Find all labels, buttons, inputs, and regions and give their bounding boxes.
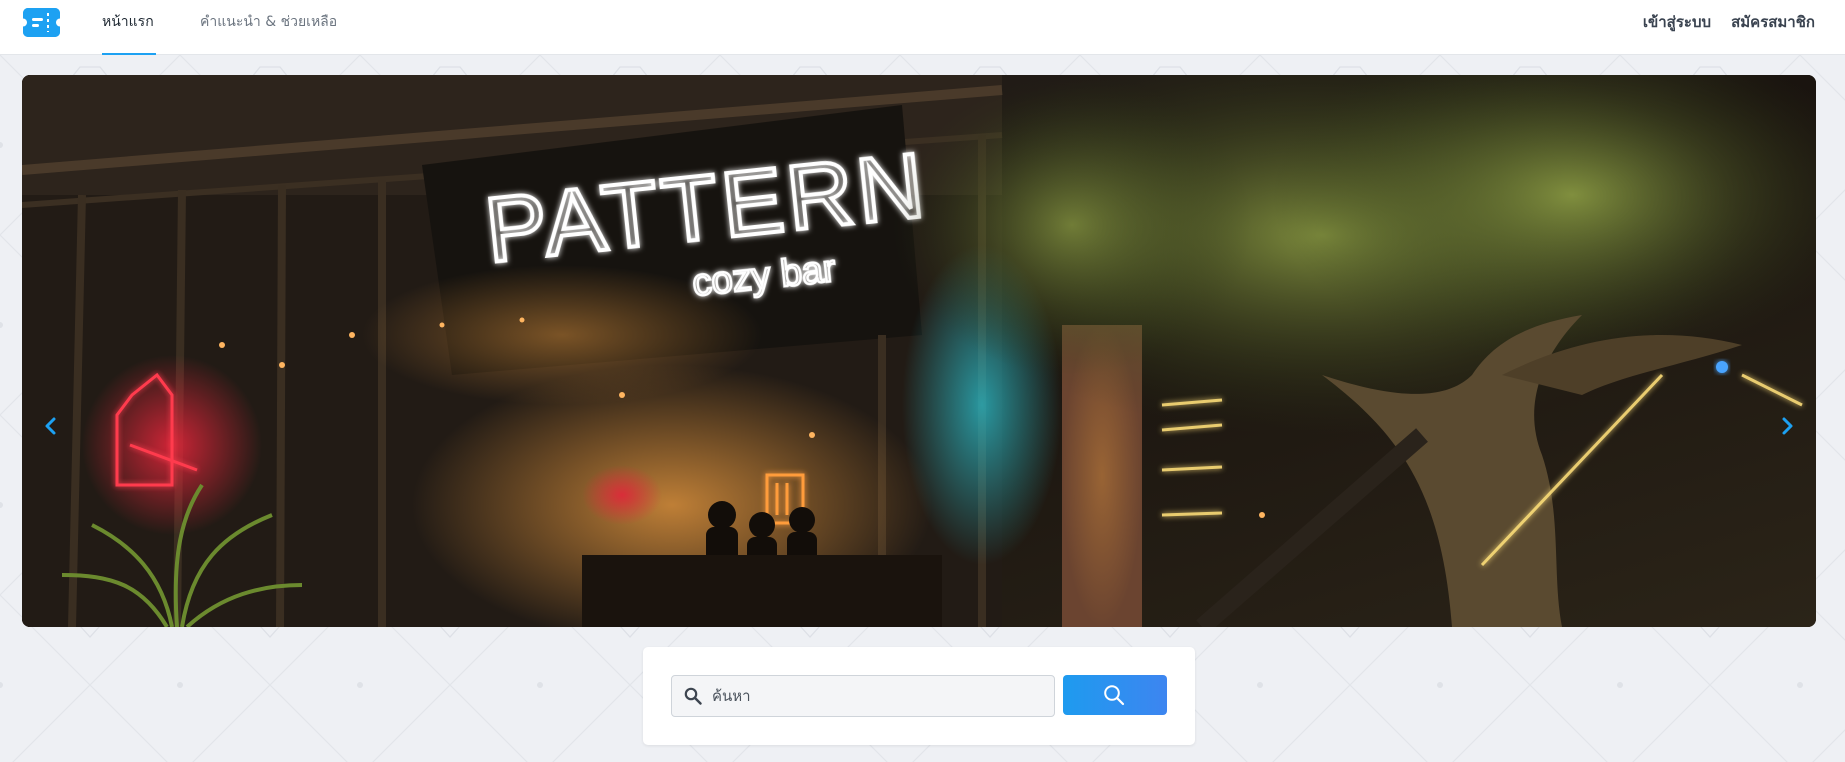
- top-navbar: หน้าแรก คำแนะนำ & ช่วยเหลือ เข้าสู่ระบบ …: [0, 0, 1845, 55]
- search-icon: [1104, 685, 1125, 706]
- tab-help[interactable]: คำแนะนำ & ช่วยเหลือ: [200, 0, 337, 55]
- tab-home[interactable]: หน้าแรก: [102, 0, 156, 55]
- register-label: สมัครสมาชิก: [1731, 13, 1815, 31]
- login-link[interactable]: เข้าสู่ระบบ: [1643, 0, 1711, 44]
- chevron-left-icon: [45, 417, 56, 435]
- hero-image: PATTERN cozy bar: [22, 75, 1816, 627]
- search-field[interactable]: [671, 675, 1055, 717]
- search-button[interactable]: [1063, 675, 1167, 715]
- search-card: [643, 647, 1195, 745]
- ticket-logo-icon[interactable]: [19, 8, 64, 37]
- register-link[interactable]: สมัครสมาชิก: [1731, 0, 1815, 44]
- login-label: เข้าสู่ระบบ: [1642, 13, 1711, 31]
- search-input[interactable]: [712, 676, 1042, 716]
- carousel-prev-button[interactable]: [36, 411, 66, 441]
- chevron-right-icon: [1782, 417, 1793, 435]
- tab-home-label: หน้าแรก: [102, 14, 154, 30]
- hero-carousel: PATTERN cozy bar: [22, 75, 1816, 627]
- tab-help-label: คำแนะนำ & ช่วยเหลือ: [200, 14, 338, 30]
- carousel-next-button[interactable]: [1772, 411, 1802, 441]
- search-field-icon: [684, 687, 702, 705]
